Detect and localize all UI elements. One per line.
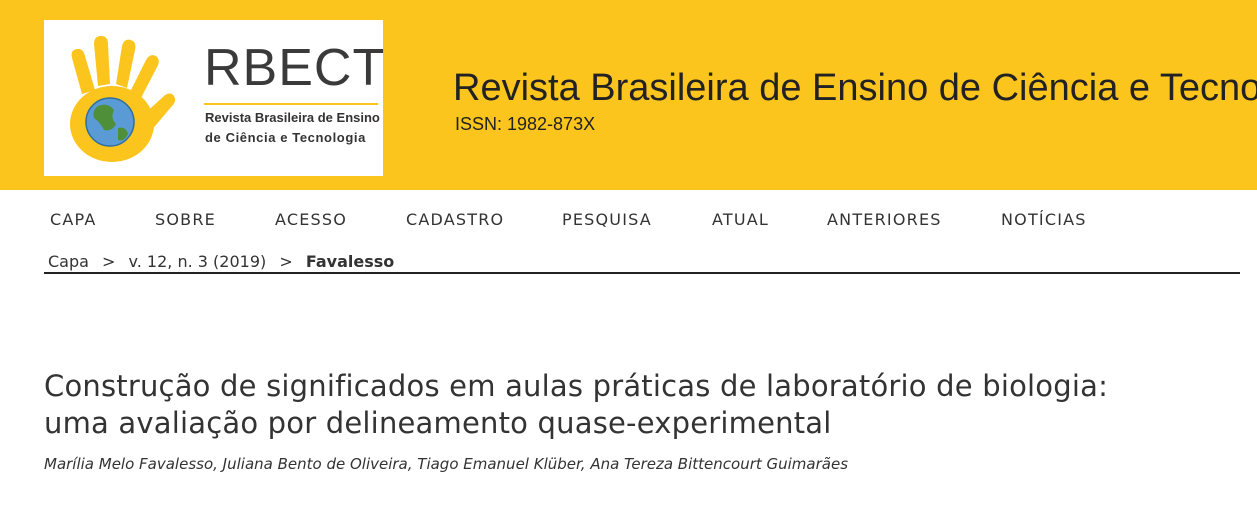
article-title-line2: uma avaliação por delineamento quase-exp… bbox=[44, 406, 832, 440]
breadcrumb-current: Favalesso bbox=[305, 252, 395, 271]
nav-pesquisa[interactable]: PESQUISA bbox=[552, 206, 662, 233]
nav-atual[interactable]: ATUAL bbox=[702, 206, 779, 233]
breadcrumb: Capa > v. 12, n. 3 (2019) > Favalesso bbox=[48, 252, 394, 271]
hand-globe-logo-icon bbox=[70, 36, 176, 162]
nav-sobre[interactable]: SOBRE bbox=[145, 206, 226, 233]
breadcrumb-separator: > bbox=[279, 252, 293, 271]
journal-title: Revista Brasileira de Ensino de Ciência … bbox=[453, 67, 1257, 109]
article-title-line1: Construção de significados em aulas prát… bbox=[44, 369, 1109, 403]
nav-anteriores[interactable]: ANTERIORES bbox=[817, 206, 952, 233]
journal-issn: ISSN: 1982-873X bbox=[455, 114, 596, 134]
article-title: Construção de significados em aulas prát… bbox=[44, 368, 1234, 442]
header-banner: RBECT Revista Brasileira de Ensino de Ci… bbox=[0, 0, 1257, 190]
nav-cadastro[interactable]: CADASTRO bbox=[396, 206, 514, 233]
logo-subtitle-line1: Revista Brasileira de Ensino bbox=[205, 110, 380, 125]
article-authors: Marília Melo Favalesso, Juliana Bento de… bbox=[44, 455, 849, 473]
nav-noticias[interactable]: NOTÍCIAS bbox=[991, 206, 1097, 233]
logo-divider bbox=[204, 103, 378, 105]
breadcrumb-issue[interactable]: v. 12, n. 3 (2019) bbox=[129, 252, 267, 271]
logo-subtitle-line2: de Ciência e Tecnologia bbox=[205, 130, 366, 145]
breadcrumb-home[interactable]: Capa bbox=[48, 252, 89, 271]
breadcrumb-divider bbox=[44, 272, 1240, 274]
breadcrumb-separator: > bbox=[102, 252, 116, 271]
logo-acronym: RBECT bbox=[204, 39, 386, 97]
nav-acesso[interactable]: ACESSO bbox=[265, 206, 357, 233]
nav-capa[interactable]: CAPA bbox=[40, 206, 107, 233]
journal-logo[interactable]: RBECT Revista Brasileira de Ensino de Ci… bbox=[44, 20, 386, 176]
